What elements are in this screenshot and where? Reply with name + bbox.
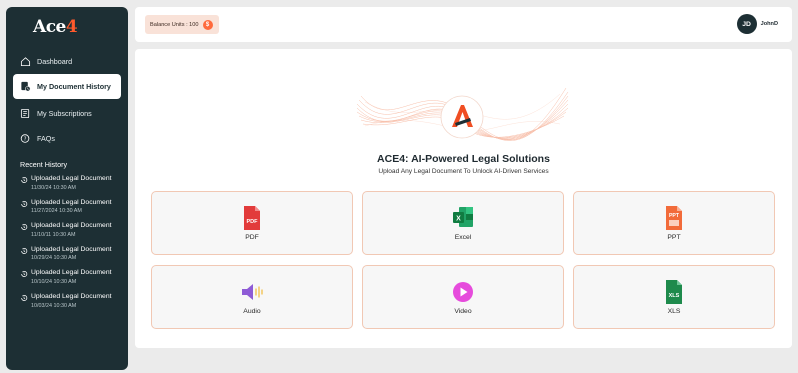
recent-history-time: 11/27/2024 10:30 AM [31,208,82,215]
history-icon [21,177,28,183]
sidebar-item-my-subscriptions[interactable]: My Subscriptions [13,101,121,125]
recent-history-time: 10/29/24 10:30 AM [31,255,77,262]
history-icon [21,271,28,278]
recent-history-item[interactable]: Uploaded Legal Document 11/27/2024 10:30 … [13,198,121,215]
recent-history-title-text: Uploaded Legal Document [31,198,112,206]
upload-card-xls[interactable]: XLS XLS [573,265,775,329]
card-label: Excel [454,234,472,241]
logo-accent: 4 [65,17,78,37]
card-label: Audio [243,308,261,315]
video-icon [453,282,473,302]
sidebar-item-faqs[interactable]: ? FAQs [13,126,121,150]
avatar[interactable]: JD [736,14,757,34]
card-label: Video [454,308,472,315]
recent-history-title-text: Uploaded Legal Document [31,175,112,182]
recent-history-time: 10/03/24 10:30 AM [31,302,77,309]
sidebar-item-label: My Subscriptions [37,108,92,118]
top-header: Balance Units : 100 $ JD JohnD [135,7,792,42]
ppt-icon: PPT [666,206,682,230]
sidebar: Ace4 Dashboard My Document History My Su… [6,7,128,370]
recent-history-item[interactable]: Uploaded Legal Document 10/29/24 10:30 AM [13,245,121,262]
recent-history-time: 11/30/24 10:30 AM [31,184,76,191]
svg-text:X: X [456,216,461,223]
audio-icon [242,284,263,300]
pdf-icon: PDF [244,206,260,230]
subscriptions-icon [20,108,30,118]
upload-card-excel[interactable]: X Excel [362,191,564,255]
upload-card-pdf[interactable]: PDF PDF [151,191,353,255]
recent-history-item[interactable]: Uploaded Legal Document 11/10/11 10:30 AM [13,222,121,238]
card-label: PDF [245,234,259,241]
sidebar-item-label: FAQs [37,133,55,143]
upload-card-ppt[interactable]: PPT PPT [573,191,775,255]
recent-history-item[interactable]: Uploaded Legal Document 10/10/24 10:30 AM [13,269,121,285]
faq-icon: ? [20,133,30,143]
sidebar-item-label: Dashboard [37,56,73,66]
svg-text:?: ? [24,136,27,142]
recent-history-time: 10/10/24 10:30 AM [31,278,77,285]
main-panel: ACE4: AI-Powered Legal Solutions Upload … [135,49,792,348]
recent-history-title-text: Uploaded Legal Document [31,292,112,300]
xls-icon: XLS [666,280,682,304]
recent-history-title-text: Uploaded Legal Document [31,222,112,230]
svg-text:XLS: XLS [669,293,680,299]
sidebar-item-my-document-history[interactable]: My Document History [13,74,121,99]
recent-history-title-text: Uploaded Legal Document [31,269,112,277]
home-icon [20,56,31,66]
coin-icon: $ [202,19,213,30]
history-icon [21,200,28,207]
excel-icon: X [453,207,473,227]
document-history-icon [21,81,31,92]
recent-history-item[interactable]: Uploaded Legal Document 10/03/24 10:30 AM [13,293,121,309]
user-menu[interactable]: JD JohnD [736,14,778,34]
sidebar-item-dashboard[interactable]: Dashboard [13,49,121,73]
upload-card-audio[interactable]: Audio [151,265,353,329]
recent-history-title: Recent History [20,160,68,169]
balance-label: Balance Units : 100 [150,21,199,28]
page-title: ACE4: AI-Powered Legal Solutions [377,153,550,165]
history-icon [21,247,28,254]
card-label: PPT [667,234,681,241]
sidebar-item-label: My Document History [37,82,111,91]
card-label: XLS [667,308,681,315]
balance-badge[interactable]: Balance Units : 100 $ [145,15,219,34]
history-icon [21,295,28,301]
logo-text: Ace [33,17,66,37]
history-icon [21,224,28,231]
recent-history-item[interactable]: Uploaded Legal Document 11/30/24 10:30 AM [13,175,121,191]
recent-history-time: 11/10/11 10:30 AM [31,231,76,238]
recent-history-title-text: Uploaded Legal Document [31,245,112,253]
upload-card-video[interactable]: Video [362,265,564,329]
app-logo[interactable]: Ace4 [13,17,121,37]
hero-wave-graphic [356,87,569,141]
svg-text:PPT: PPT [669,213,680,219]
svg-text:PDF: PDF [247,219,259,225]
user-name: JohnD [760,21,778,27]
page-subtitle: Upload Any Legal Document To Unlock AI-D… [378,168,549,175]
